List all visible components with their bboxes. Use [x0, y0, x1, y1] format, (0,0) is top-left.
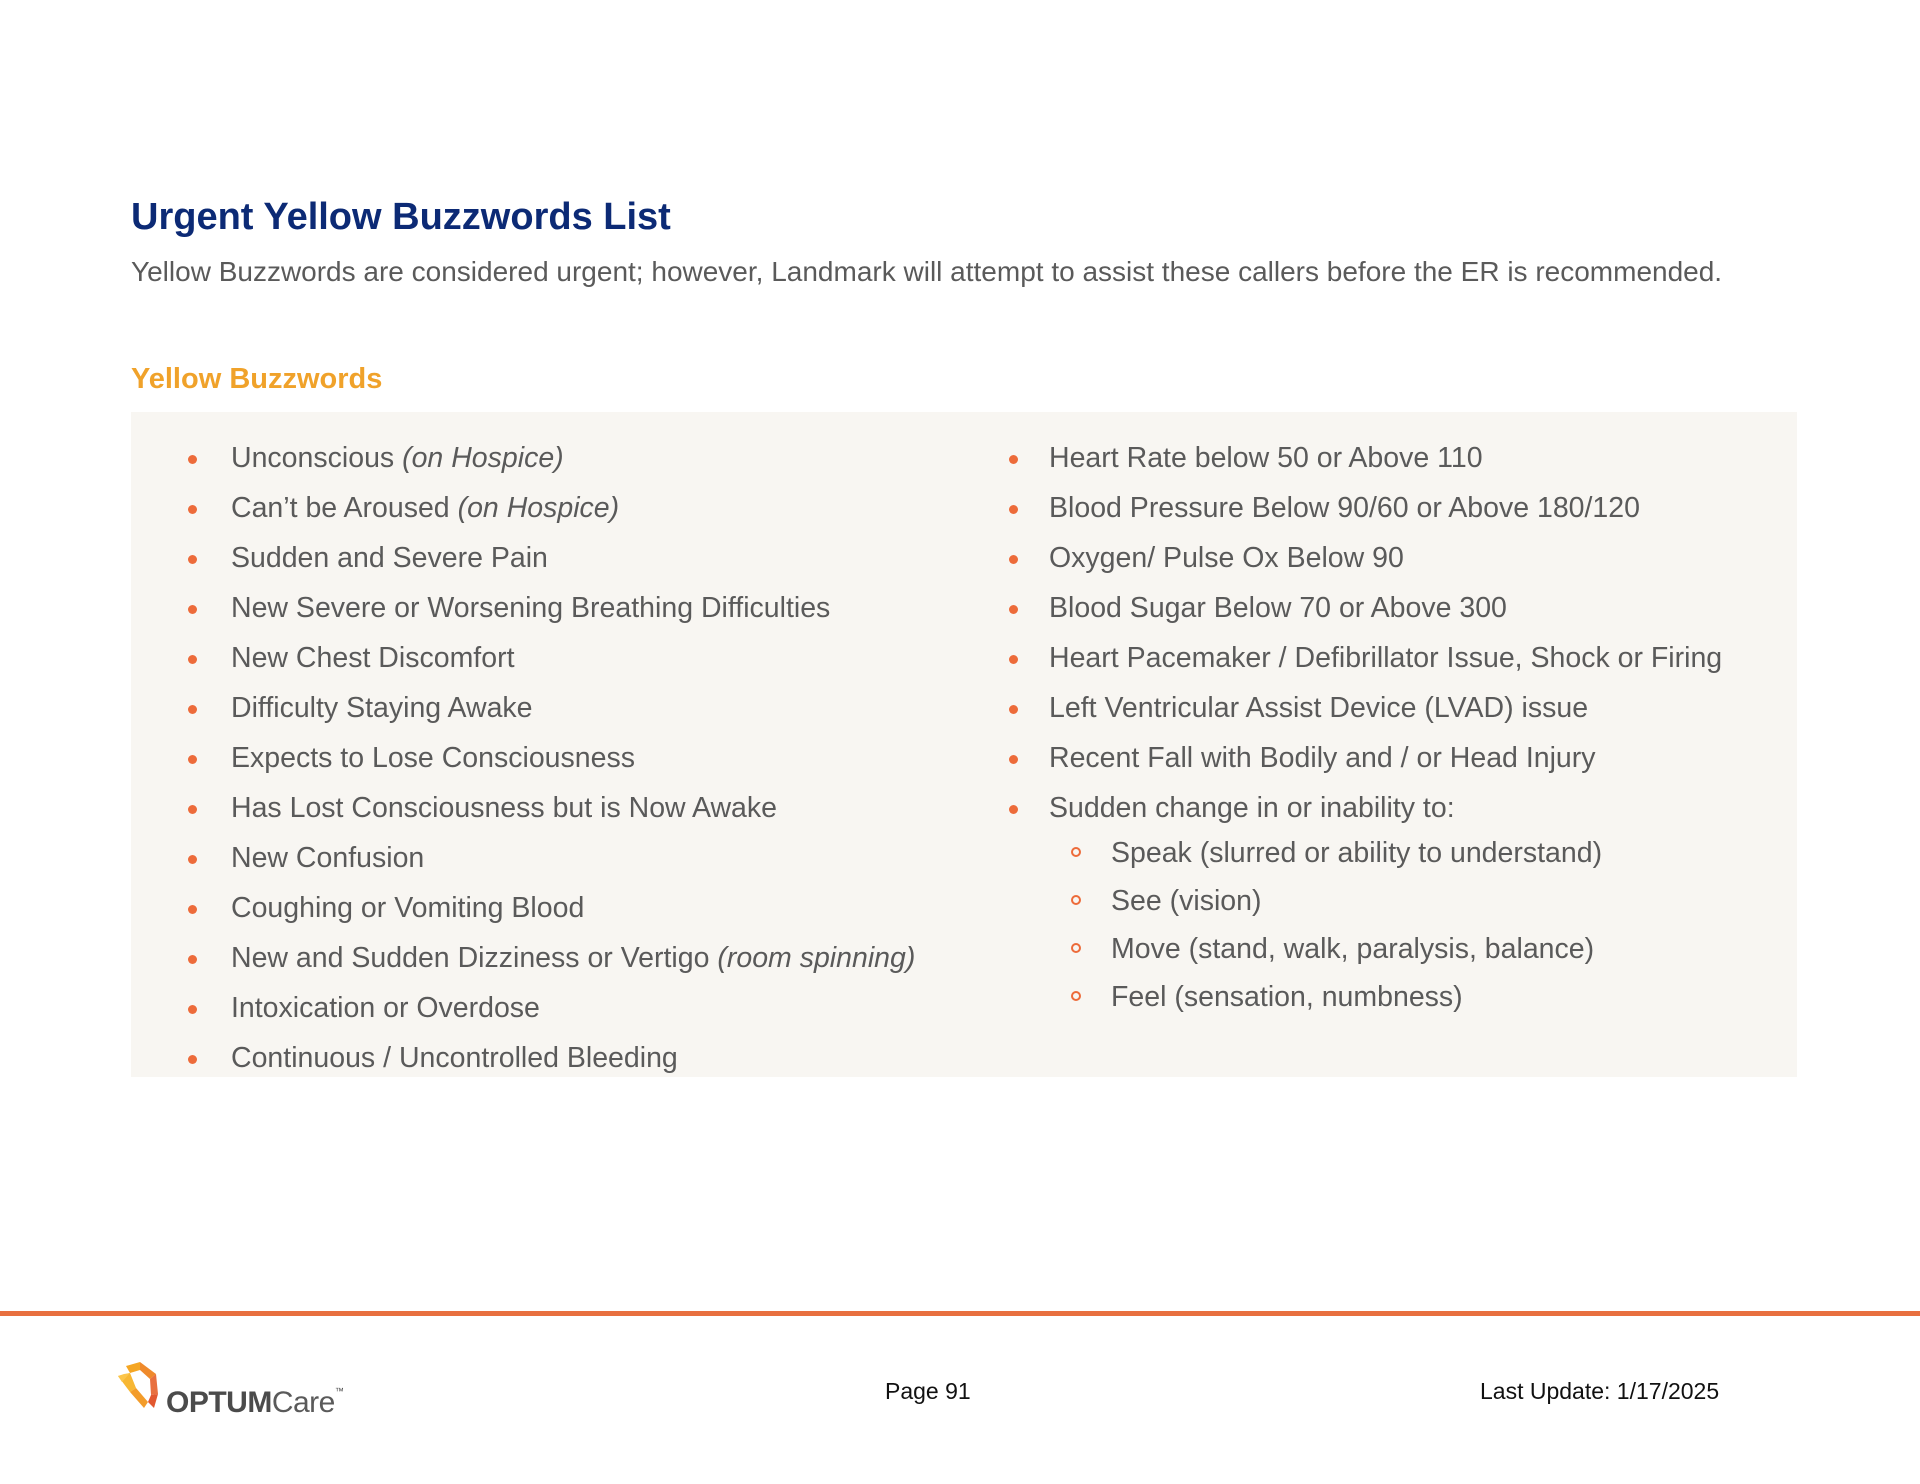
bullet-icon [188, 755, 197, 764]
bullet-icon [188, 705, 197, 714]
bullet-icon [188, 455, 197, 464]
list-item: Coughing or Vomiting Blood [131, 879, 915, 929]
list-item: Heart Rate below 50 or Above 110 [949, 429, 1722, 479]
list-item: Left Ventricular Assist Device (LVAD) is… [949, 679, 1722, 729]
item-text: Continuous / Uncontrolled Bleeding [231, 1042, 678, 1074]
item-text: New Confusion [231, 842, 425, 874]
item-text: Heart Rate below 50 or Above 110 [1049, 442, 1483, 474]
left-buzzword-list: Unconscious (on Hospice) Can’t be Arouse… [131, 429, 915, 1079]
subitem-text: See (vision) [1111, 885, 1262, 917]
bullet-icon [188, 655, 197, 664]
subitem-text: Speak (slurred or ability to understand) [1111, 837, 1603, 869]
list-item: Recent Fall with Bodily and / or Head In… [949, 729, 1722, 779]
bullet-icon [188, 905, 197, 914]
item-text: Has Lost Consciousness but is Now Awake [231, 792, 777, 824]
bullet-icon [188, 855, 197, 864]
list-item: Expects to Lose Consciousness [131, 729, 915, 779]
page-number: Page 91 [885, 1378, 971, 1404]
section-heading: Yellow Buzzwords [131, 363, 383, 395]
list-item: Sudden and Severe Pain [131, 529, 915, 579]
list-item: New and Sudden Dizziness or Vertigo (roo… [131, 929, 915, 979]
item-text: Coughing or Vomiting Blood [231, 892, 585, 924]
hollow-bullet-icon [1071, 847, 1081, 857]
logo-name: OPTUM [166, 1386, 272, 1419]
bullet-icon [1009, 555, 1018, 564]
optum-logo-icon [118, 1362, 158, 1408]
bullet-icon [188, 805, 197, 814]
item-qualifier: (room spinning) [717, 942, 916, 974]
list-item: New Chest Discomfort [131, 629, 915, 679]
list-item: Intoxication or Overdose [131, 979, 915, 1029]
item-text: New Severe or Worsening Breathing Diffic… [231, 592, 831, 624]
sublist-item: See (vision) [949, 877, 1722, 925]
bullet-icon [188, 605, 197, 614]
bullet-icon [1009, 755, 1018, 764]
list-item: Difficulty Staying Awake [131, 679, 915, 729]
list-item: Can’t be Aroused (on Hospice) [131, 479, 915, 529]
logo-wordmark: OPTUMCare™ [166, 1386, 344, 1420]
optum-care-logo: OPTUMCare™ [116, 1362, 356, 1422]
item-text: Unconscious [231, 442, 395, 474]
item-text: Blood Pressure Below 90/60 or Above 180/… [1049, 492, 1640, 524]
bullet-icon [1009, 705, 1018, 714]
item-qualifier: (on Hospice) [457, 492, 620, 524]
subitem-text: Feel (sensation, numbness) [1111, 981, 1463, 1013]
list-item: Has Lost Consciousness but is Now Awake [131, 779, 915, 829]
list-item: Heart Pacemaker / Defibrillator Issue, S… [949, 629, 1722, 679]
item-text: Blood Sugar Below 70 or Above 300 [1049, 592, 1507, 624]
hollow-bullet-icon [1071, 895, 1081, 905]
bullet-icon [1009, 455, 1018, 464]
bullet-icon [188, 955, 197, 964]
bullet-icon [1009, 505, 1018, 514]
bullet-icon [1009, 805, 1018, 814]
item-text: Heart Pacemaker / Defibrillator Issue, S… [1049, 642, 1723, 674]
item-text: Can’t be Aroused [231, 492, 450, 524]
list-item: Blood Sugar Below 70 or Above 300 [949, 579, 1722, 629]
buzzwords-panel: Unconscious (on Hospice) Can’t be Arouse… [131, 412, 1797, 1077]
sublist-container: Speak (slurred or ability to understand)… [949, 829, 1722, 1021]
bullet-icon [1009, 655, 1018, 664]
list-item: New Confusion [131, 829, 915, 879]
footer-divider [0, 1311, 1920, 1316]
sublist-item: Feel (sensation, numbness) [949, 973, 1722, 1021]
last-update-date: Last Update: 1/17/2025 [1480, 1378, 1720, 1404]
bullet-icon [188, 505, 197, 514]
item-text: Left Ventricular Assist Device (LVAD) is… [1049, 692, 1589, 724]
subitem-text: Move (stand, walk, paralysis, balance) [1111, 933, 1595, 965]
intro-text: Yellow Buzzwords are considered urgent; … [131, 256, 1723, 287]
bullet-icon [188, 1055, 197, 1064]
sublist-item: Speak (slurred or ability to understand) [949, 829, 1722, 877]
logo-suffix: Care [271, 1386, 336, 1419]
list-item: Oxygen/ Pulse Ox Below 90 [949, 529, 1722, 579]
right-buzzword-list: Heart Rate below 50 or Above 110 Blood P… [949, 429, 1722, 1021]
list-item: Sudden change in or inability to: [949, 779, 1722, 829]
bullet-icon [188, 1005, 197, 1014]
item-text: Sudden change in or inability to: [1049, 792, 1455, 824]
list-item: New Severe or Worsening Breathing Diffic… [131, 579, 915, 629]
list-item: Unconscious (on Hospice) [131, 429, 915, 479]
logo-trademark: ™ [334, 1386, 344, 1396]
sublist-item: Move (stand, walk, paralysis, balance) [949, 925, 1722, 973]
item-text: Difficulty Staying Awake [231, 692, 533, 724]
item-qualifier: (on Hospice) [402, 442, 564, 474]
item-text: New and Sudden Dizziness or Vertigo [231, 942, 710, 974]
item-text: Expects to Lose Consciousness [231, 742, 635, 774]
item-text: Intoxication or Overdose [231, 992, 540, 1024]
hollow-bullet-icon [1071, 943, 1081, 953]
item-text: Oxygen/ Pulse Ox Below 90 [1049, 542, 1404, 574]
list-item: Blood Pressure Below 90/60 or Above 180/… [949, 479, 1722, 529]
hollow-bullet-icon [1071, 991, 1081, 1001]
item-text: New Chest Discomfort [231, 642, 515, 674]
page-title: Urgent Yellow Buzzwords List [131, 196, 671, 238]
item-text: Recent Fall with Bodily and / or Head In… [1049, 742, 1596, 774]
bullet-icon [1009, 605, 1018, 614]
list-item: Continuous / Uncontrolled Bleeding [131, 1029, 915, 1079]
item-text: Sudden and Severe Pain [231, 542, 548, 574]
bullet-icon [188, 555, 197, 564]
sub-buzzword-list: Speak (slurred or ability to understand)… [949, 829, 1722, 1021]
